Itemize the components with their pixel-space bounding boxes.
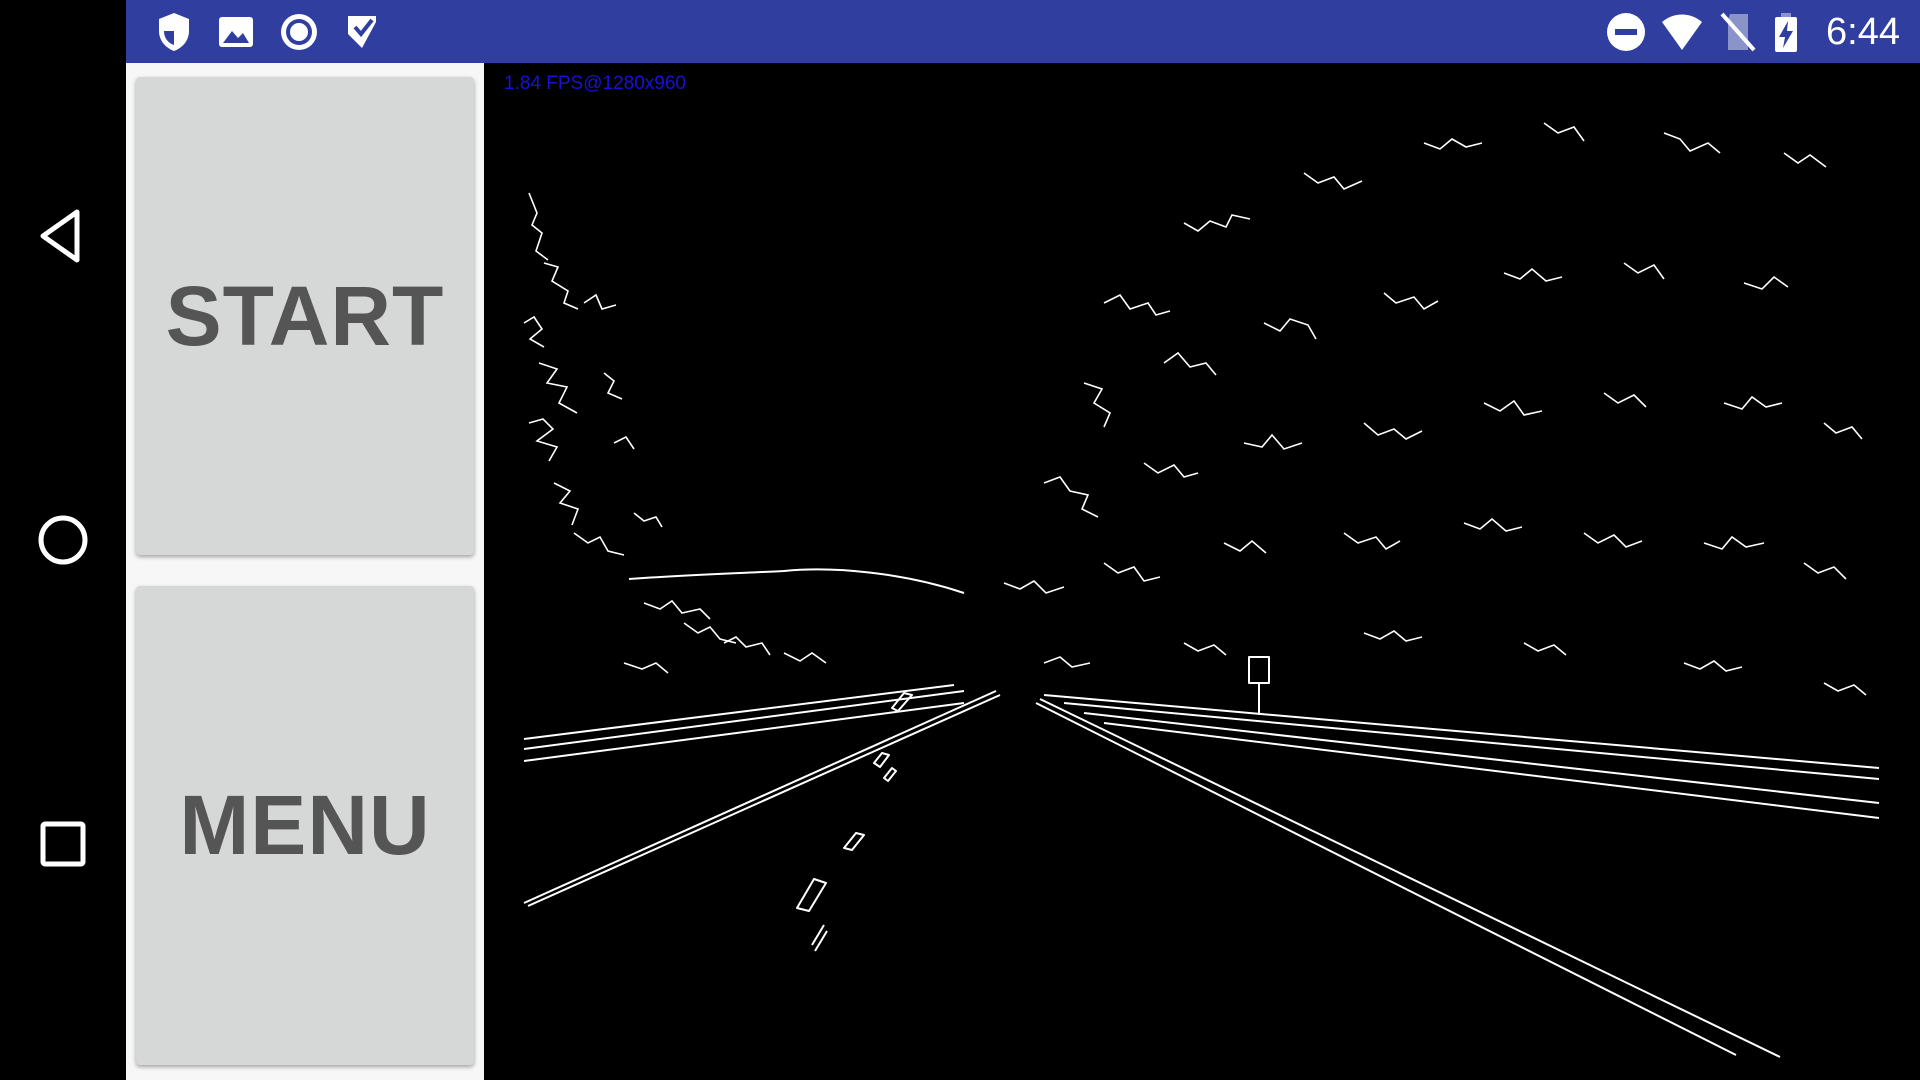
back-button[interactable] [23, 196, 103, 276]
menu-button-label: MENU [179, 778, 431, 872]
home-circle-icon [38, 515, 88, 565]
back-triangle-icon [40, 209, 80, 263]
start-button-label: START [165, 268, 445, 363]
record-icon [281, 14, 317, 50]
status-bar: 6:44 [126, 0, 1920, 63]
edge-detection-frame [523, 122, 1880, 1058]
task-check-icon [348, 16, 376, 48]
control-panel: START MENU [126, 63, 484, 1080]
no-sim-icon [1720, 12, 1756, 52]
clock: 6:44 [1826, 11, 1900, 53]
start-button[interactable]: START [136, 77, 474, 555]
battery-charging-icon [1775, 13, 1797, 52]
wifi-icon [1662, 14, 1702, 50]
do-not-disturb-icon [1607, 13, 1645, 51]
image-icon [219, 17, 253, 47]
recents-button[interactable] [23, 804, 103, 884]
shield-icon [159, 13, 189, 51]
navigation-bar [0, 0, 126, 1080]
fps-overlay: 1.84 FPS@1280x960 [504, 73, 686, 94]
recents-square-icon [40, 821, 86, 867]
camera-preview[interactable]: 1.84 FPS@1280x960 [484, 63, 1920, 1080]
home-button[interactable] [23, 500, 103, 580]
menu-button[interactable]: MENU [136, 586, 474, 1065]
